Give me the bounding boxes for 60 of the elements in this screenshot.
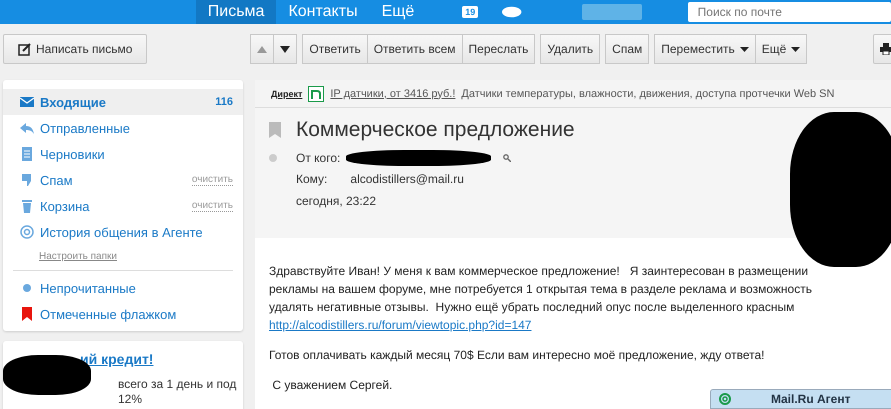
ad-label: Директ [271,88,302,98]
clear-link[interactable]: очистить [192,174,233,186]
document-icon [20,147,34,161]
filter-item[interactable]: Отмеченные флажком [3,301,243,327]
ad-logo-icon [308,86,324,102]
folder-item[interactable]: Спам очистить [3,167,243,193]
pencil-icon [18,42,31,56]
folder-item[interactable]: Корзина очистить [3,193,243,219]
clear-link[interactable]: очистить [192,200,233,212]
message-paragraph: Готов оплачивать каждый месяц 70$ Если вам интересно моё предложение, жду ответа! [269,347,766,364]
nav-tab[interactable]: Письма [196,0,276,24]
unread-count: 116 [215,96,233,108]
toolbar-button[interactable]: Ответить [302,34,368,64]
folder-item[interactable]: Отправленные [3,115,243,141]
calendar-icon[interactable]: 19 [462,6,478,18]
read-status-dot[interactable] [269,154,277,162]
compose-button[interactable]: Написать письмо [3,34,148,64]
envelope-icon [20,95,34,109]
message-paragraph: Здравствуйте Иван! У меня к вам коммерческое предложение! Я заинтересован в размещении рекламы на вашем форуме, мне потребуется 1 открытая тема в разделе реклама и возможность удалять негативные отзывы. Нужно ещё убрать последний опус после выделенного красным http://alcodistillers.ru/forum/viewtopic.php?id=147 [269,263,813,334]
search-icon[interactable] [503,154,512,162]
message-date: сегодня, 23:22 [296,194,376,208]
cloud-icon[interactable] [502,6,522,18]
flag-icon [20,307,34,321]
down-triangle-icon [280,46,290,52]
message-paragraph: С уважением Сергей. [271,377,394,394]
at-sign-icon [20,225,34,239]
toolbar-button[interactable]: Удалить [540,34,600,64]
printer-icon [880,43,891,55]
filter-item[interactable]: Непрочитанные [3,275,243,301]
up-triangle-icon [257,46,268,52]
folder-item[interactable]: Черновики [3,141,243,167]
menu-button[interactable]: Переместить [654,34,756,64]
next-button[interactable] [274,34,298,64]
ad-text: Датчики температуры, влажности, движения, доступа протчечки Web SN [461,88,834,100]
trash-icon [20,199,34,213]
ad-text: всего за 1 день и под 12% [118,377,238,407]
menu-button[interactable]: Ещё [756,34,808,64]
folder-item[interactable]: История общения в Агенте [3,219,243,245]
at-sign-icon [719,393,731,405]
nav-tab[interactable]: Ещё [370,0,426,24]
ad-link[interactable]: IP датчики, от 3416 руб.! [330,88,456,100]
caret-icon [791,46,800,52]
toolbar-button[interactable]: Спам [605,34,650,64]
search-field[interactable]: Поиск по почте [688,2,891,22]
nav-tab[interactable]: Контакты [276,0,370,24]
agent-bar[interactable]: Mail.Ru Агент [710,389,891,409]
agent-title: Mail.Ru Агент [771,392,850,406]
to-label: Кому: [296,172,328,186]
from-label: От кого: [296,151,340,165]
caret-icon [740,46,749,52]
recipient-address: alcodistillers@mail.ru [350,172,464,186]
message-subject: Коммерческое предложение [296,118,575,142]
toolbar-button[interactable]: Переслать [462,34,536,64]
dot-icon [20,281,34,295]
message-link[interactable]: http://alcodistillers.ru/forum/viewtopic.php?id=147 [269,318,532,332]
reply-arrow-icon [20,121,34,135]
folder-item[interactable]: Входящие 116 [3,89,243,115]
thumbs-down-icon [20,173,34,187]
settings-link[interactable]: Настроить папки [39,251,117,262]
toolbar-button[interactable]: Ответить всем [368,34,463,64]
